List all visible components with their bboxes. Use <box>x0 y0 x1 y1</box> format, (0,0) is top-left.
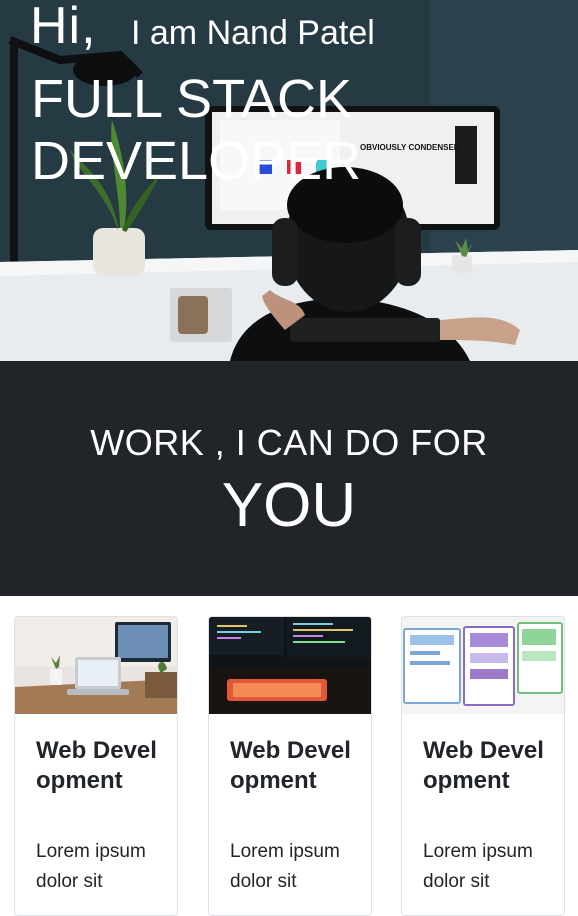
services-heading-line2: YOU <box>221 471 357 540</box>
card-text: Lorem ipsum dolor sit <box>423 841 533 892</box>
card-title: Web Development <box>230 737 351 794</box>
hero-intro: I am Nand Patel <box>131 14 375 52</box>
card-text: Lorem ipsum dolor sit <box>36 841 146 892</box>
hero-greeting: Hi, <box>30 0 97 55</box>
card-text: Lorem ipsum dolor sit <box>230 841 340 892</box>
service-cards: Web Development Lorem ipsum dolor sit We… <box>0 596 578 916</box>
services-heading-line1: WORK , I CAN DO FOR <box>90 422 488 463</box>
wireframe-sketch-image <box>402 617 564 714</box>
desk-workspace-image <box>15 617 177 714</box>
hero-section: OBVIOUSLY CONDENSED Hi, I am Nand Patel … <box>0 0 578 361</box>
code-monitor-image <box>209 617 371 714</box>
card-title: Web Development <box>423 737 544 794</box>
hero-role-title: FULL STACK DEVELOPER <box>31 69 362 191</box>
services-heading-band: WORK , I CAN DO FOR YOU <box>0 361 578 596</box>
service-card[interactable]: Web Development Lorem ipsum dolor sit <box>208 616 372 916</box>
card-title: Web Development <box>36 737 157 794</box>
service-card[interactable]: Web Development Lorem ipsum dolor sit <box>14 616 178 916</box>
hero-text: Hi, I am Nand Patel FULL STACK DEVELOPER <box>0 0 578 361</box>
service-card[interactable]: Web Development Lorem ipsum dolor sit <box>401 616 565 916</box>
